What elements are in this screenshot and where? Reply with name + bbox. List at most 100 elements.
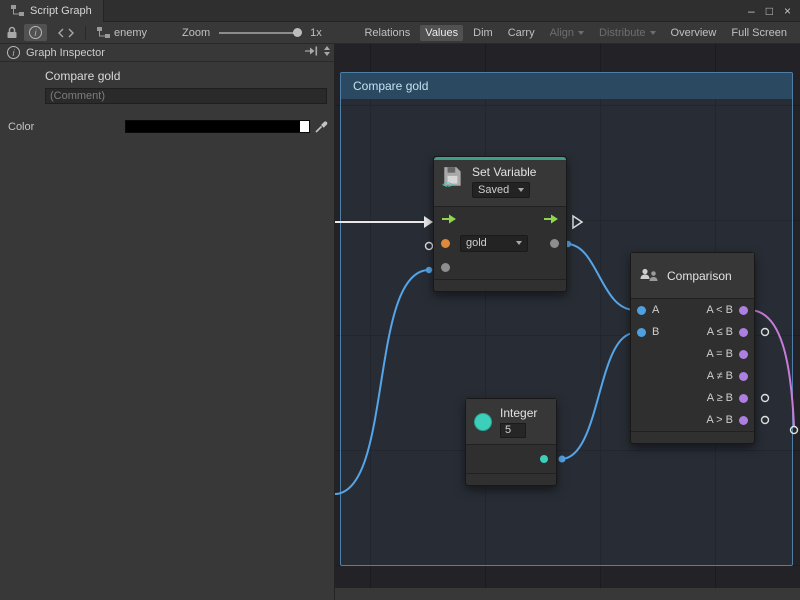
port-output-ge[interactable] [739, 394, 748, 403]
chevron-down-icon [650, 31, 656, 35]
output-ne-label: A ≠ B [707, 370, 733, 382]
integer-value-input[interactable]: 5 [500, 423, 526, 438]
chevron-down-icon [578, 31, 584, 35]
flow-port-row [434, 207, 566, 231]
code-icon [58, 28, 74, 38]
node-set-variable[interactable]: <> Set Variable Saved [433, 156, 567, 292]
graph-inspector-title: Graph Inspector [26, 47, 105, 59]
script-graph-icon [11, 5, 24, 16]
node-footer [631, 431, 754, 443]
panel-spinner-control[interactable] [324, 46, 330, 56]
zoom-slider[interactable] [219, 32, 301, 34]
variable-name-row: gold [434, 231, 566, 255]
inspected-graph-name: Compare gold [45, 69, 120, 83]
chevron-down-icon [324, 52, 330, 56]
port-integer-out[interactable] [540, 455, 548, 463]
port-input-b[interactable] [637, 328, 646, 337]
integer-header[interactable]: Integer 5 [466, 399, 556, 445]
chevron-down-icon [516, 241, 522, 245]
tab-script-graph[interactable]: Script Graph [0, 0, 104, 22]
port-row: A ≥ B [631, 387, 754, 409]
comparison-header[interactable]: Comparison [631, 253, 754, 299]
node-integer[interactable]: Integer 5 [465, 398, 557, 486]
flow-out-arrow-icon[interactable] [543, 213, 559, 225]
comment-input[interactable] [45, 88, 327, 104]
graph-reference-item[interactable]: enemy [92, 25, 152, 41]
integer-type-icon [474, 413, 492, 431]
input-a-label: A [652, 304, 659, 316]
graph-inspector-header: Graph Inspector [0, 44, 334, 62]
relations-button[interactable]: Relations [359, 25, 415, 41]
set-variable-header[interactable]: <> Set Variable Saved [434, 160, 566, 207]
graph-inspector-panel: Graph Inspector Compare gold Color [0, 44, 335, 600]
port-variable-name[interactable] [441, 239, 450, 248]
node-footer [466, 473, 556, 485]
node-title: Comparison [667, 269, 732, 283]
maximize-button[interactable]: □ [766, 4, 773, 18]
align-dropdown-button[interactable]: Align [545, 25, 589, 41]
tab-title: Script Graph [30, 5, 92, 17]
comparison-icon [640, 268, 660, 283]
port-input-a[interactable] [637, 306, 646, 315]
overview-button[interactable]: Overview [666, 25, 722, 41]
chevron-down-icon [518, 188, 524, 192]
variable-scope-dropdown[interactable]: Saved [472, 182, 530, 198]
code-view-button[interactable] [53, 26, 79, 40]
zoom-slider-handle[interactable] [293, 28, 302, 37]
toolbar-right-group: Relations Values Dim Carry Align Distrib… [359, 25, 794, 41]
port-row: A ≠ B [631, 365, 754, 387]
port-output-eq[interactable] [739, 350, 748, 359]
close-button[interactable]: × [784, 4, 791, 18]
info-icon [29, 26, 42, 39]
node-footer [434, 279, 566, 291]
group-header[interactable]: Compare gold [341, 73, 792, 99]
zoom-value: 1x [310, 27, 322, 39]
distribute-dropdown-button[interactable]: Distribute [594, 25, 660, 41]
fullscreen-button[interactable]: Full Screen [726, 25, 792, 41]
eyedropper-icon[interactable] [315, 120, 328, 133]
graph-reference-label: enemy [114, 27, 147, 39]
lock-icon[interactable] [6, 26, 18, 39]
info-icon [7, 46, 20, 59]
integer-value: 5 [505, 424, 511, 436]
toolbar-separator [85, 26, 86, 40]
window-controls: – □ × [748, 4, 800, 18]
dim-button[interactable]: Dim [468, 25, 498, 41]
port-value-out[interactable] [550, 239, 559, 248]
minimize-button[interactable]: – [748, 4, 755, 18]
port-assign-value-in[interactable] [441, 263, 450, 272]
color-field[interactable] [125, 120, 310, 133]
integer-output-row [466, 445, 556, 473]
port-output-gt[interactable] [739, 416, 748, 425]
port-output-ne[interactable] [739, 372, 748, 381]
assign-value-row [434, 255, 566, 279]
port-row: A = B [631, 343, 754, 365]
output-le-label: A ≤ B [707, 326, 733, 338]
values-button[interactable]: Values [420, 25, 463, 41]
port-row: A > B [631, 409, 754, 431]
flow-in-arrow-icon[interactable] [441, 213, 457, 225]
output-ge-label: A ≥ B [707, 392, 733, 404]
set-variable-body: gold [434, 207, 566, 279]
graph-asset-icon [97, 27, 110, 38]
variable-name-dropdown[interactable]: gold [460, 235, 528, 252]
save-variable-icon: <> [441, 165, 465, 189]
port-row: A A < B [631, 299, 754, 321]
graph-toolbar: enemy Zoom 1x Relations Values Dim Carry… [0, 22, 800, 44]
distribute-label: Distribute [599, 27, 645, 39]
variable-name-value: gold [466, 237, 487, 249]
comparison-body: A A < B B A ≤ B A = B A ≠ B A ≥ B [631, 299, 754, 431]
node-title: Integer [500, 406, 537, 420]
inspector-toggle-button[interactable] [24, 24, 47, 41]
carry-button[interactable]: Carry [503, 25, 540, 41]
graph-canvas[interactable]: Compare gold <> Set Variable [335, 44, 800, 588]
port-output-lt[interactable] [739, 306, 748, 315]
align-label: Align [550, 27, 574, 39]
port-output-le[interactable] [739, 328, 748, 337]
dock-icon[interactable] [305, 46, 318, 56]
chevron-up-icon [324, 46, 330, 50]
output-eq-label: A = B [706, 348, 733, 360]
group-title: Compare gold [353, 79, 428, 93]
svg-text:<>: <> [442, 180, 454, 189]
node-comparison[interactable]: Comparison A A < B B A ≤ B A = B A ≠ B [630, 252, 755, 444]
